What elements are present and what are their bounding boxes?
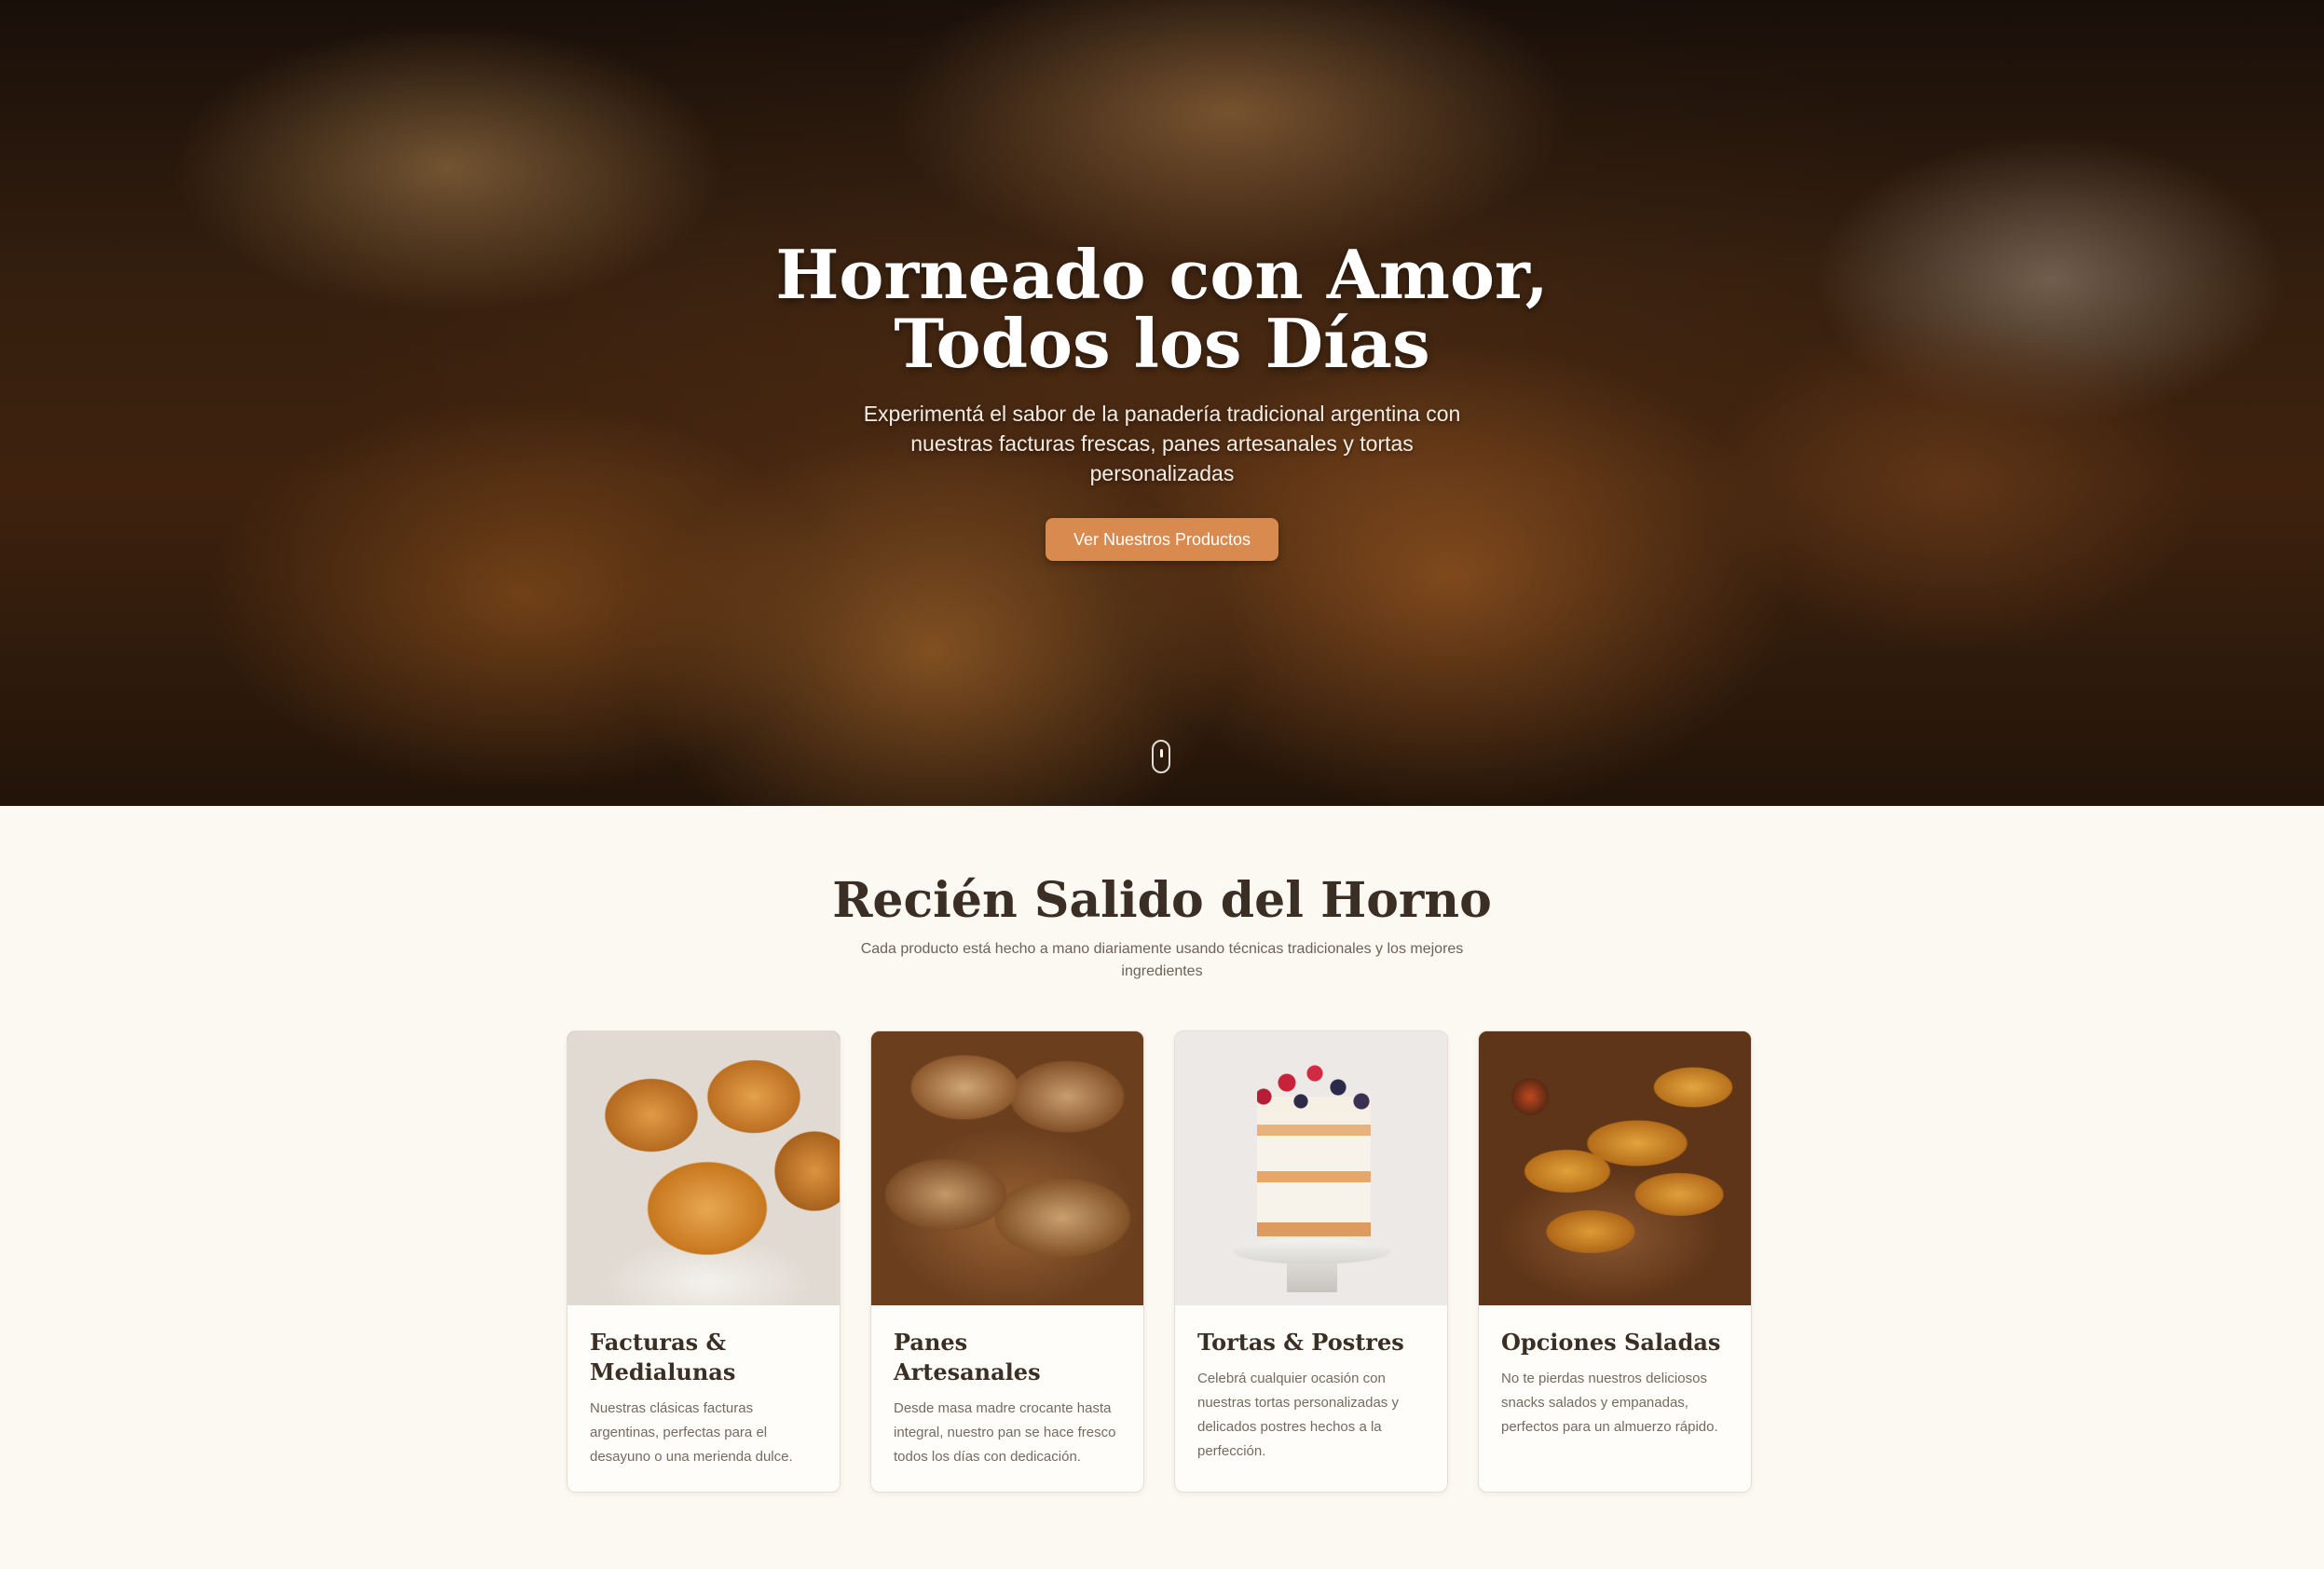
product-card-description: Celebrá cualquier ocasión con nuestras t… [1197, 1371, 1399, 1459]
hero-subtitle: Experimentá el sabor de la panadería tra… [863, 402, 1461, 485]
hero-title: Horneado con Amor, Todos los Días [743, 240, 1581, 378]
hero-title-line-2: Todos los Días [894, 304, 1430, 383]
product-card-title: Tortas & Postres [1197, 1329, 1404, 1356]
scroll-down-icon[interactable] [1152, 740, 1170, 773]
product-card-title: Facturas & Medialunas [590, 1329, 736, 1385]
product-card-panes[interactable]: Panes Artesanales Desde masa madre croca… [870, 1030, 1144, 1493]
product-card-saladas[interactable]: Opciones Saladas No te pierdas nuestros … [1478, 1030, 1752, 1493]
section-subtitle: Cada producto está hecho a mano diariame… [860, 941, 1464, 979]
hero-content: Horneado con Amor, Todos los Días Experi… [0, 240, 2324, 561]
products-section: Recién Salido del Horno Cada producto es… [0, 806, 2324, 1493]
tortas-image [1175, 1031, 1447, 1305]
product-card-facturas[interactable]: Facturas & Medialunas Nuestras clásicas … [567, 1030, 841, 1493]
panes-image [871, 1031, 1143, 1305]
facturas-image [567, 1031, 840, 1305]
product-card-tortas[interactable]: Tortas & Postres Celebrá cualquier ocasi… [1174, 1030, 1448, 1493]
product-card-title: Panes Artesanales [894, 1329, 1041, 1385]
product-card-description: No te pierdas nuestros deliciosos snacks… [1501, 1371, 1718, 1435]
cake-stand [1233, 1238, 1391, 1264]
product-cards: Facturas & Medialunas Nuestras clásicas … [567, 1030, 1752, 1493]
product-card-description: Nuestras clásicas facturas argentinas, p… [590, 1400, 793, 1465]
hero-title-line-1: Horneado con Amor, [775, 235, 1549, 314]
scroll-wheel-dot [1160, 749, 1163, 757]
saladas-image [1479, 1031, 1751, 1305]
product-card-description: Desde masa madre crocante hasta integral… [894, 1400, 1116, 1465]
view-products-button[interactable]: Ver Nuestros Productos [1045, 518, 1279, 561]
section-title: Recién Salido del Horno [832, 872, 1492, 929]
product-card-title: Opciones Saladas [1501, 1329, 1721, 1356]
hero-section: Horneado con Amor, Todos los Días Experi… [0, 0, 2324, 806]
